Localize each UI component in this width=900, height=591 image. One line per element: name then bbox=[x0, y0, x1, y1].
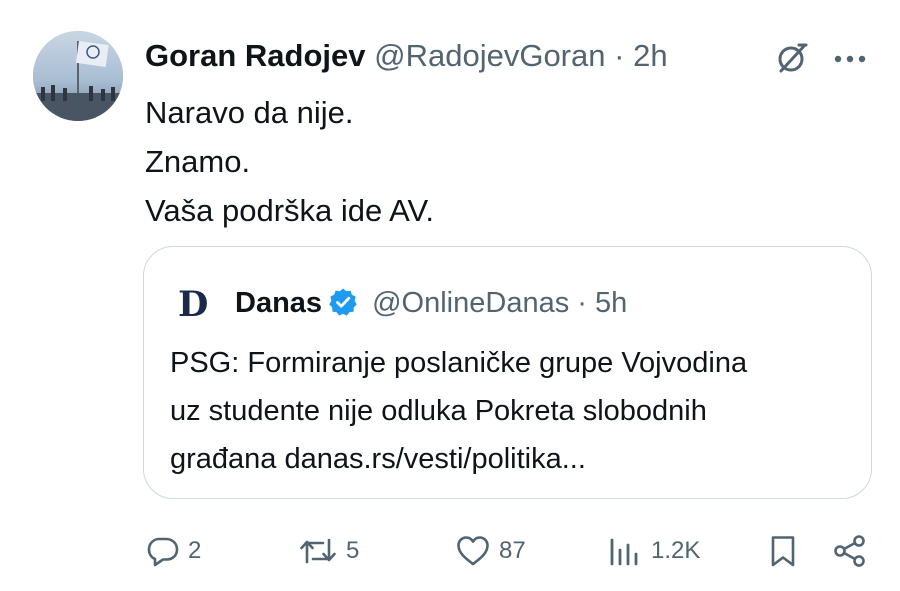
author-handle[interactable]: @RadojevGoran bbox=[374, 38, 605, 73]
quote-author-handle[interactable]: @OnlineDanas bbox=[372, 287, 569, 319]
reply-count: 2 bbox=[188, 537, 202, 564]
verified-badge-icon bbox=[328, 287, 358, 317]
tweet[interactable]: Goran Radojev @RadojevGoran · 2h Naravo … bbox=[0, 0, 900, 591]
quote-text: PSG: Formiranje poslaničke grupe Vojvodi… bbox=[170, 339, 860, 483]
quote-author-logo[interactable]: D bbox=[178, 287, 218, 323]
repost-button[interactable]: 5 bbox=[298, 528, 359, 574]
action-bar: 2 5 87 1.2K bbox=[0, 528, 900, 574]
author-name[interactable]: Goran Radojev bbox=[145, 38, 366, 73]
heart-icon bbox=[457, 536, 489, 566]
reply-icon bbox=[147, 537, 179, 567]
like-count: 87 bbox=[499, 537, 526, 564]
tweet-time[interactable]: 2h bbox=[633, 38, 667, 73]
tweet-text-line: Znamo. bbox=[145, 144, 251, 179]
quote-author-name[interactable]: Danas bbox=[235, 287, 322, 319]
like-button[interactable]: 87 bbox=[455, 528, 526, 574]
avatar-image bbox=[33, 31, 123, 121]
more-icon[interactable] bbox=[832, 52, 868, 66]
tweet-header: Goran Radojev @RadojevGoran · 2h bbox=[145, 36, 668, 76]
quote-header-separator: · bbox=[577, 287, 587, 319]
quote-text-line: građana danas.rs/vesti/politika... bbox=[170, 443, 586, 475]
repost-icon bbox=[300, 538, 336, 564]
bookmark-button[interactable] bbox=[768, 528, 798, 574]
reply-button[interactable]: 2 bbox=[146, 528, 201, 574]
quote-text-line: PSG: Formiranje poslaničke grupe Vojvodi… bbox=[170, 347, 748, 379]
tweet-text-line: Vaša podrška ide AV. bbox=[145, 193, 434, 228]
repost-count: 5 bbox=[346, 537, 360, 564]
tweet-text: Naravo da nije. Znamo. Vaša podrška ide … bbox=[145, 88, 434, 235]
tweet-text-line: Naravo da nije. bbox=[145, 95, 354, 130]
share-icon bbox=[834, 535, 865, 567]
share-button[interactable] bbox=[832, 528, 868, 574]
quote-time[interactable]: 5h bbox=[595, 287, 627, 319]
quote-header: Danas @OnlineDanas · 5h bbox=[235, 283, 627, 323]
quote-text-line: uz studente nije odluka Pokreta slobodni… bbox=[170, 395, 707, 427]
bookmark-icon bbox=[771, 536, 795, 567]
views-count: 1.2K bbox=[651, 537, 701, 564]
views-button[interactable]: 1.2K bbox=[607, 528, 700, 574]
grok-icon[interactable] bbox=[772, 38, 812, 78]
header-separator: · bbox=[614, 38, 625, 73]
views-chart-icon bbox=[610, 538, 638, 566]
author-avatar[interactable] bbox=[33, 31, 123, 121]
quoted-tweet[interactable]: D Danas @OnlineDanas · 5h PSG: Formiranj… bbox=[143, 246, 872, 499]
